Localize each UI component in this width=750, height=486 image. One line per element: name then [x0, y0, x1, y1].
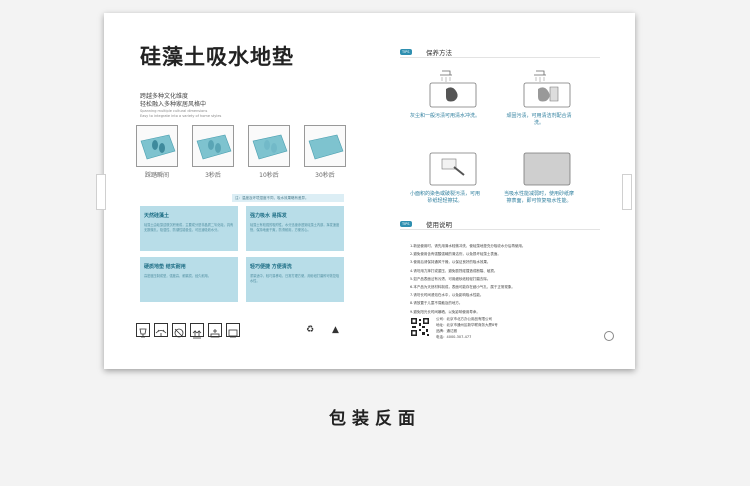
left-panel: 硅藻土吸水地垫 跨越多种文化维度 轻松融入多种家居风格中 Spanning mu…	[104, 13, 369, 369]
care-caption: 顽固污渍，可用清洁剂配合清洗。	[506, 113, 572, 126]
feature-title: 轻巧便捷 方便清洗	[250, 264, 292, 270]
subtitle-en-line1: Spanning multiple cultural dimensions	[140, 109, 208, 113]
usage-step: 3.使用后请保持通风干燥，以保证良好的吸水效果。	[410, 260, 491, 265]
packaging-symbols	[136, 323, 256, 339]
feature-card: 天然硅藻土 硅藻土由硅藻遗骸沉积而成，主要成分是非晶质二氧化硅，具有无数微孔，吸…	[140, 206, 238, 251]
mat-illustration	[192, 125, 234, 167]
subtitle-en-line2: Easy to integrate into a variety of home…	[140, 114, 222, 118]
this-way-up-icon	[190, 323, 204, 339]
company-brand: 品牌：通达雅	[436, 329, 457, 333]
usage-step: 8.请放置于儿童不易触及的地方。	[410, 301, 463, 306]
care-illustration	[522, 149, 572, 189]
feature-card: 强力吸水 易挥发 硅藻土有较强的吸附性，水分迅速渗透到硅藻土内部，挥发速度快，保…	[246, 206, 344, 251]
usage-badge: TIPS	[400, 221, 412, 227]
company-address: 地址：北京市通州区新华联商务大厦8号	[436, 323, 498, 327]
feature-card: 硬质地垫 结实耐用 高密度压制成型，强度高，耐磨损，经久耐用。	[140, 257, 238, 302]
care-title: 保养方法	[426, 49, 452, 57]
fragile-icon	[136, 323, 150, 338]
product-title: 硅藻土吸水地垫	[140, 45, 294, 69]
qr-code	[410, 317, 430, 337]
mat-caption: 3秒后	[205, 172, 221, 179]
stack-limit-icon	[208, 323, 222, 338]
care-badge: TIPS	[400, 49, 412, 55]
page-caption: 包装反面	[329, 409, 421, 429]
care-illustration	[522, 69, 572, 109]
divider	[400, 229, 600, 230]
usage-step: 5.如产品表面沾有污渍，可用细砂纸轻轻打磨去除。	[410, 276, 491, 281]
feature-text: 硅藻土有较强的吸附性，水分迅速渗透到硅藻土内部，挥发速度快，保持地面干爽，防滑耐…	[250, 223, 340, 232]
usage-title: 使用说明	[426, 221, 452, 229]
usage-step: 7.请勿长时间浸泡在水中，以免影响吸水性能。	[410, 293, 484, 298]
feature-text: 重量适中，轻巧易移动，日常打理方便，用砂纸打磨即可恢复吸水性。	[250, 274, 340, 283]
absorb-demo: 踩踏瞬间 3秒后 10秒后 30秒后	[136, 125, 346, 179]
care-caption: 小面积的染色或破裂污渍，可用砂纸轻轻擦拭。	[409, 191, 480, 204]
usage-step: 6.本产品为天然材料制成，表面可能存在细小气孔，属于正常现象。	[410, 285, 515, 290]
absorb-hint: 注：温度及环境湿度不同，吸水效果略有差异。	[232, 194, 344, 202]
mat-caption: 踩踏瞬间	[144, 172, 169, 179]
usage-step: 1.新品使用时，请先用清水轻微冲洗，使硅藻地垫充分吸收水分后再使用。	[410, 244, 526, 248]
right-panel: TIPS 保养方法 灰尘和一般污渍可用清水冲洗。 顽固污渍，可用清洁剂配合清洗。	[370, 13, 635, 369]
subtitle-line2: 轻松融入多种家居风格中	[140, 101, 207, 108]
feature-text: 高密度压制成型，强度高，耐磨损，经久耐用。	[144, 274, 211, 278]
care-illustration	[428, 69, 478, 109]
usage-step: 2.避免使用含有强酸强碱的清洁剂，以免损坏硅藻土表面。	[410, 252, 501, 257]
usage-step: 4.请勿用力摔打或重压，避免剧烈碰撞造成断裂、破损。	[410, 268, 498, 273]
mat-illustration	[248, 125, 290, 167]
keep-dry-icon	[154, 323, 168, 337]
no-rolling-icon	[172, 323, 186, 338]
usage-step: 9.避免阳光长时间暴晒，以免影响使用寿命。	[410, 309, 480, 314]
care-caption: 灰尘和一般污渍可用清水冲洗。	[409, 113, 480, 119]
care-caption: 当吸水性能减弱时，使用砂纸摩擦表面，即可恢复吸水性能。	[503, 191, 574, 204]
warning-triangle-icon: ▲	[332, 325, 339, 335]
right-flap-tab	[622, 174, 632, 210]
mat-illustration	[304, 125, 346, 167]
mat-caption: 30秒后	[315, 172, 335, 179]
feature-text: 硅藻土由硅藻遗骸沉积而成，主要成分是非晶质二氧化硅，具有无数微孔，吸湿性、防潮性…	[144, 223, 234, 232]
left-flap-tab	[96, 174, 106, 210]
recycle-icon: ♻	[306, 325, 315, 335]
feature-title: 强力吸水 易挥发	[250, 213, 287, 219]
feature-card: 轻巧便捷 方便清洗 重量适中，轻巧易移动，日常打理方便，用砂纸打磨即可恢复吸水性…	[246, 257, 344, 302]
certification-mark	[604, 331, 614, 341]
care-illustration	[428, 149, 478, 189]
weight-limit-icon	[226, 323, 240, 338]
mat-illustration	[136, 125, 178, 167]
feature-title: 天然硅藻土	[144, 213, 170, 219]
package-sheet: 硅藻土吸水地垫 跨越多种文化维度 轻松融入多种家居风格中 Spanning mu…	[104, 13, 635, 369]
mat-caption: 10秒后	[259, 172, 279, 179]
feature-title: 硬质地垫 结实耐用	[144, 264, 186, 270]
usage-steps: 1.新品使用时，请先用清水轻微冲洗，使硅藻地垫充分吸收水分后再使用。 2.避免使…	[410, 242, 610, 316]
company-phone: 电话：4000-307-477	[436, 335, 472, 339]
divider	[400, 57, 600, 58]
company-maker: 公司：北京市北方办公用品有限公司	[436, 317, 492, 321]
